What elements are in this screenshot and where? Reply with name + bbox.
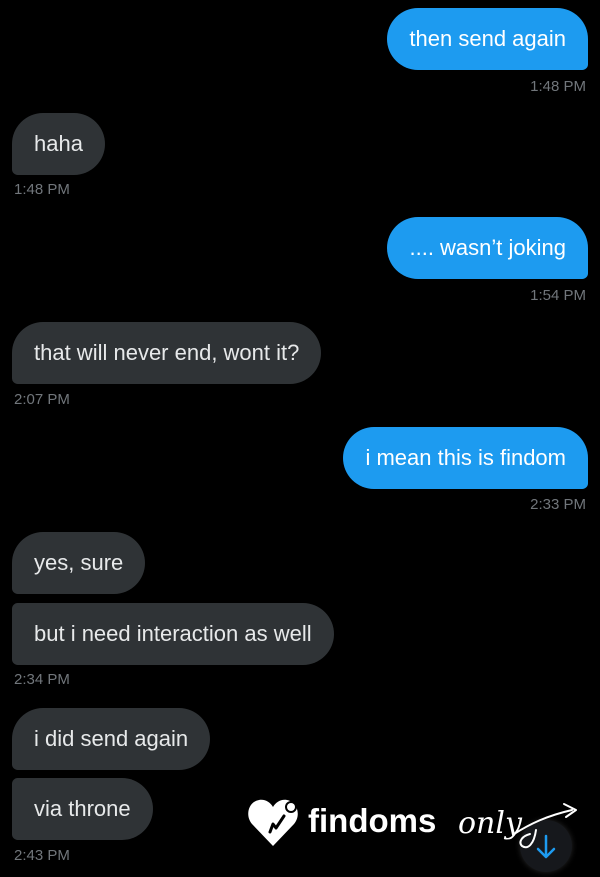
watermark-script-text: only — [458, 806, 523, 841]
message-bubble-incoming[interactable]: i did send again — [12, 708, 211, 770]
message-timestamp: 1:48 PM — [14, 181, 70, 198]
watermark-brand-text: findoms — [308, 802, 436, 839]
message-text: haha — [34, 131, 83, 156]
message-timestamp: 2:34 PM — [14, 671, 70, 688]
message-timestamp: 2:43 PM — [14, 847, 70, 864]
message-text: that will never end, wont it? — [34, 340, 300, 365]
findomsonly-watermark: findoms only — [246, 788, 596, 858]
message-bubble-incoming[interactable]: via throne — [12, 778, 153, 840]
message-timestamp: 2:07 PM — [14, 391, 70, 408]
message-timestamp: 1:54 PM — [530, 287, 586, 304]
message-text: yes, sure — [34, 550, 124, 575]
message-text: but i need interaction as well — [34, 621, 312, 646]
message-bubble-incoming[interactable]: but i need interaction as well — [12, 603, 334, 665]
message-bubble-outgoing[interactable]: .... wasn’t joking — [387, 217, 588, 279]
message-text: i mean this is findom — [365, 445, 566, 470]
message-timestamp: 1:48 PM — [530, 78, 586, 95]
message-text: via throne — [34, 796, 131, 821]
message-bubble-outgoing[interactable]: then send again — [387, 8, 588, 70]
message-text: then send again — [409, 26, 566, 51]
message-bubble-incoming[interactable]: haha — [12, 113, 105, 175]
message-bubble-outgoing[interactable]: i mean this is findom — [343, 427, 588, 489]
message-timestamp: 2:33 PM — [530, 496, 586, 513]
heart-icon — [248, 799, 298, 846]
message-text: .... wasn’t joking — [409, 235, 566, 260]
message-bubble-incoming[interactable]: yes, sure — [12, 532, 146, 594]
message-bubble-incoming[interactable]: that will never end, wont it? — [12, 322, 322, 384]
message-text: i did send again — [34, 726, 189, 751]
